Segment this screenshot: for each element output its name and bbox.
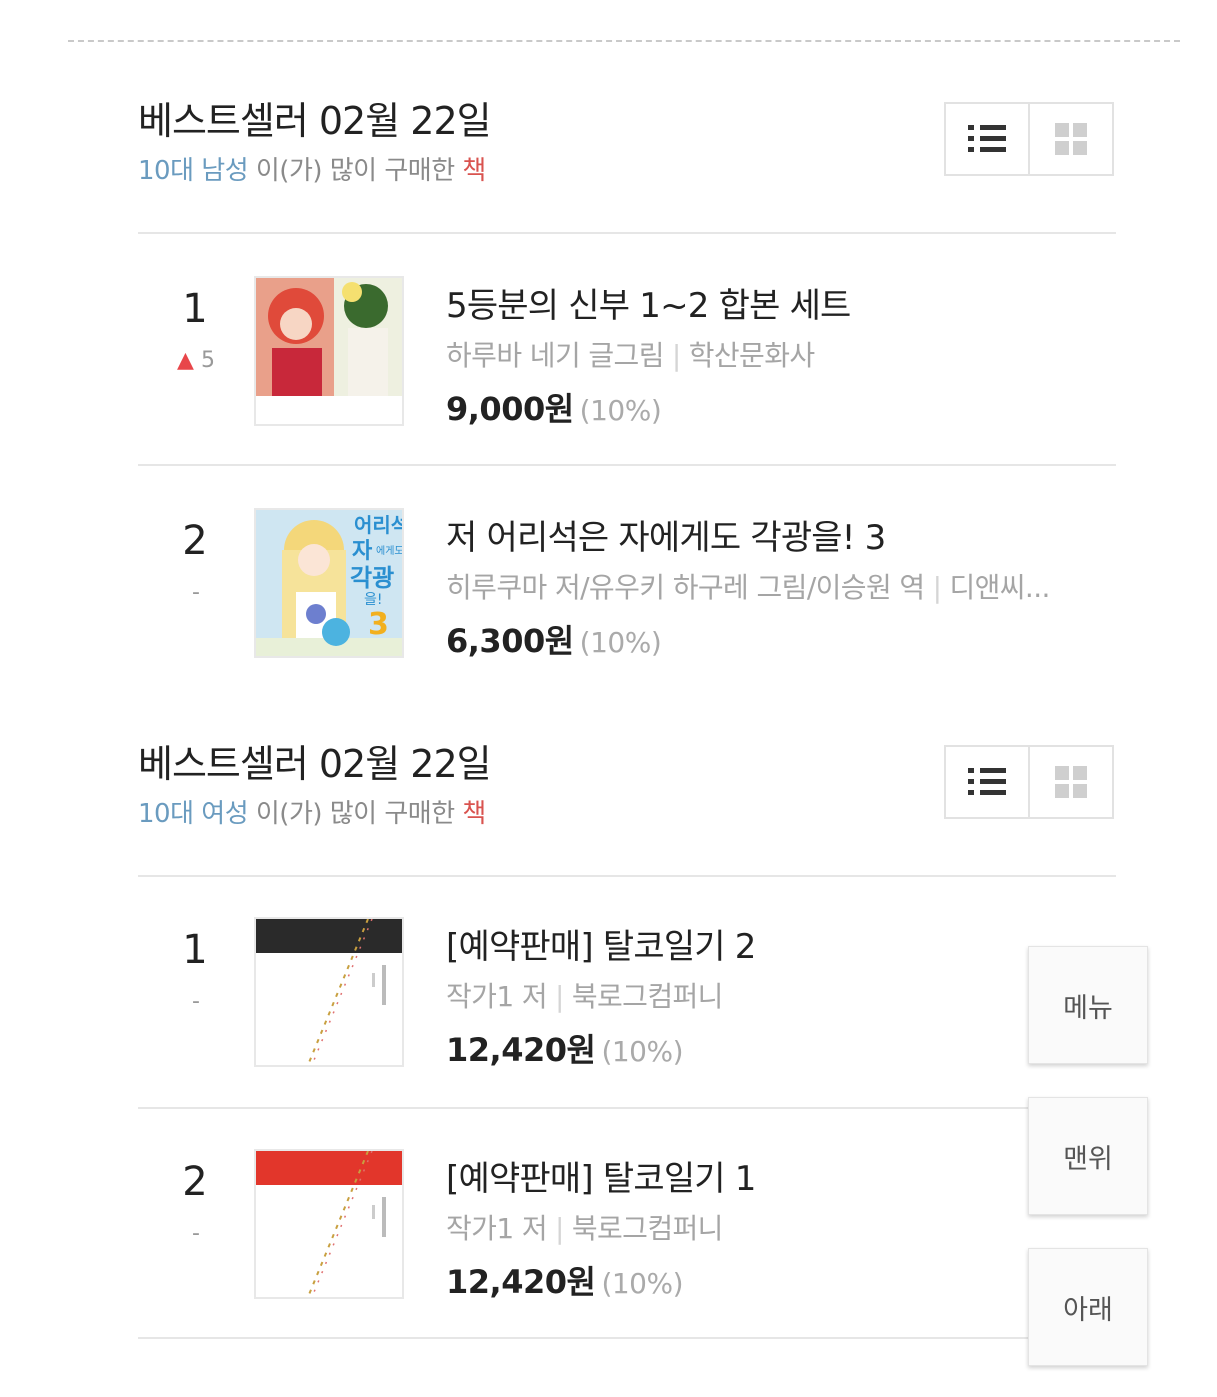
grid-view-button[interactable]: [1028, 747, 1112, 817]
discount-rate: (10%): [579, 626, 662, 659]
divider: [138, 1337, 1116, 1339]
subtitle-book-word: 책: [462, 799, 486, 829]
segment-label: 10대 남성: [138, 156, 249, 186]
price: 6,300원 (10%): [446, 616, 662, 662]
manga-cover-image[interactable]: [254, 276, 404, 426]
dashed-separator: [68, 40, 1180, 42]
arrow-up-icon: ▲: [177, 348, 194, 373]
scroll-down-button[interactable]: 아래: [1028, 1248, 1148, 1366]
divider: [138, 232, 1116, 234]
book-meta: 하루바 네기 글그림 | 학산문화사: [446, 339, 815, 372]
book-meta: 히루쿠마 저/유우키 하구레 그림/이승원 역 | 디앤씨...: [446, 571, 1050, 604]
book-meta: 작가1 저 | 북로그컴퍼니: [446, 1212, 723, 1245]
price-value: 6,300원: [446, 622, 574, 660]
book-meta: 작가1 저 | 북로그컴퍼니: [446, 980, 723, 1013]
book-title[interactable]: [예약판매] 탈코일기 2: [446, 919, 756, 968]
divider: [138, 875, 1116, 877]
list-icon: [968, 766, 1006, 798]
section-title: 베스트셀러 02월 22일: [138, 99, 492, 143]
view-toggle: [944, 102, 1114, 176]
menu-button[interactable]: 메뉴: [1028, 946, 1148, 1064]
subtitle-middle: 이(가) 많이 구매한: [248, 156, 463, 186]
list-item[interactable]: 1 ▲ 5 5등분의 신부 1~2 합본 세트 하루바 네기 글그림 | 학산문화사…: [138, 276, 1116, 436]
rank-change-value: 5: [200, 348, 215, 373]
book-title[interactable]: [예약판매] 탈코일기 1: [446, 1151, 756, 1200]
author: 하루바 네기 글그림: [446, 339, 664, 372]
rank-change: -: [192, 989, 200, 1014]
svg-text:에게도: 에게도: [376, 545, 402, 557]
rank-change: -: [192, 1221, 200, 1246]
publisher: 북로그컴퍼니: [571, 980, 723, 1013]
section-subtitle: 10대 남성 이(가) 많이 구매한 책: [138, 150, 486, 187]
segment-label: 10대 여성: [138, 799, 249, 829]
grid-icon: [1055, 766, 1087, 798]
divider: [138, 1107, 1116, 1109]
svg-text:자: 자: [352, 539, 373, 564]
svg-text:3: 3: [368, 607, 389, 642]
author: 작가1 저: [446, 1212, 548, 1245]
discount-rate: (10%): [601, 1035, 684, 1068]
rank-number: 1: [182, 286, 208, 332]
rank-change: ▲ 5: [164, 348, 228, 373]
list-icon: [968, 123, 1006, 155]
publisher: 학산문화사: [688, 339, 815, 372]
list-view-button[interactable]: [946, 747, 1028, 817]
rank-number: 2: [182, 518, 208, 564]
rank-number: 1: [182, 927, 208, 973]
list-item[interactable]: 2 - 어리석 자 에게도 각광 을! 3 저 어리석은 자에게도 각광을!: [138, 508, 1116, 668]
light-novel-cover-image[interactable]: 어리석 자 에게도 각광 을! 3: [254, 508, 404, 658]
section-title: 베스트셀러 02월 22일: [138, 742, 492, 786]
discount-rate: (10%): [601, 1267, 684, 1300]
price: 9,000원 (10%): [446, 384, 662, 430]
rank-number: 2: [182, 1159, 208, 1205]
publisher: 디앤씨...: [949, 571, 1050, 604]
author: 작가1 저: [446, 980, 548, 1013]
list-view-button[interactable]: [946, 104, 1028, 174]
section-subtitle: 10대 여성 이(가) 많이 구매한 책: [138, 793, 486, 830]
grid-icon: [1055, 123, 1087, 155]
author: 히루쿠마 저/유우키 하구레 그림/이승원 역: [446, 571, 925, 604]
price: 12,420원 (10%): [446, 1025, 684, 1071]
price-value: 12,420원: [446, 1031, 596, 1069]
divider: [138, 464, 1116, 466]
book-title[interactable]: 5등분의 신부 1~2 합본 세트: [446, 278, 851, 327]
price-value: 12,420원: [446, 1263, 596, 1301]
svg-text:어리석: 어리석: [354, 513, 402, 537]
publisher: 북로그컴퍼니: [571, 1212, 723, 1245]
view-toggle: [944, 745, 1114, 819]
discount-rate: (10%): [579, 394, 662, 427]
price-value: 9,000원: [446, 390, 574, 428]
book-cover-red-band[interactable]: [254, 1149, 404, 1299]
list-item[interactable]: 1 - [예약판매] 탈코일기 2 작가1 저 | 북로그컴퍼니 12,420원 (1…: [138, 917, 1116, 1077]
price: 12,420원 (10%): [446, 1257, 684, 1303]
book-cover-black-band[interactable]: [254, 917, 404, 1067]
subtitle-book-word: 책: [462, 156, 486, 186]
subtitle-middle: 이(가) 많이 구매한: [248, 799, 463, 829]
svg-text:각광: 각광: [350, 564, 394, 592]
grid-view-button[interactable]: [1028, 104, 1112, 174]
scroll-top-button[interactable]: 맨위: [1028, 1097, 1148, 1215]
list-item[interactable]: 2 - [예약판매] 탈코일기 1 작가1 저 | 북로그컴퍼니 12,420원 (1…: [138, 1149, 1116, 1309]
svg-text:을!: 을!: [364, 592, 383, 608]
rank-change: -: [192, 580, 200, 605]
book-title[interactable]: 저 어리석은 자에게도 각광을! 3: [446, 510, 886, 559]
